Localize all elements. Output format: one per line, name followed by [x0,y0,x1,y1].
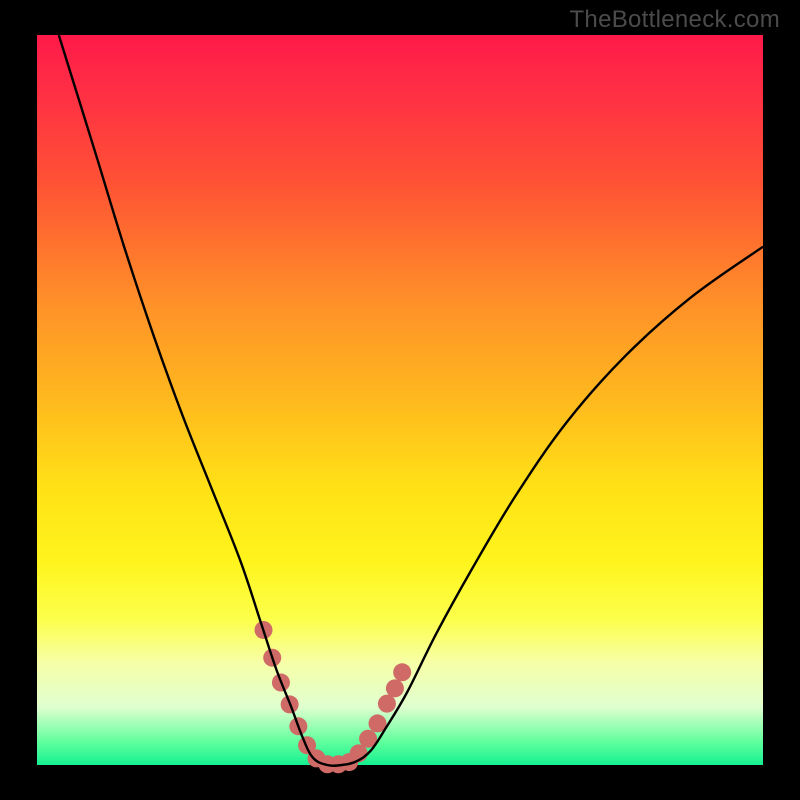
marker-dot [386,679,404,697]
watermark-text: TheBottleneck.com [569,6,780,34]
marker-dot [378,695,396,713]
chart-frame: TheBottleneck.com [0,0,800,800]
bottleneck-curve [59,35,763,766]
plot-area [37,35,763,765]
chart-svg [37,35,763,765]
marker-layer [255,621,412,773]
marker-dot [393,663,411,681]
